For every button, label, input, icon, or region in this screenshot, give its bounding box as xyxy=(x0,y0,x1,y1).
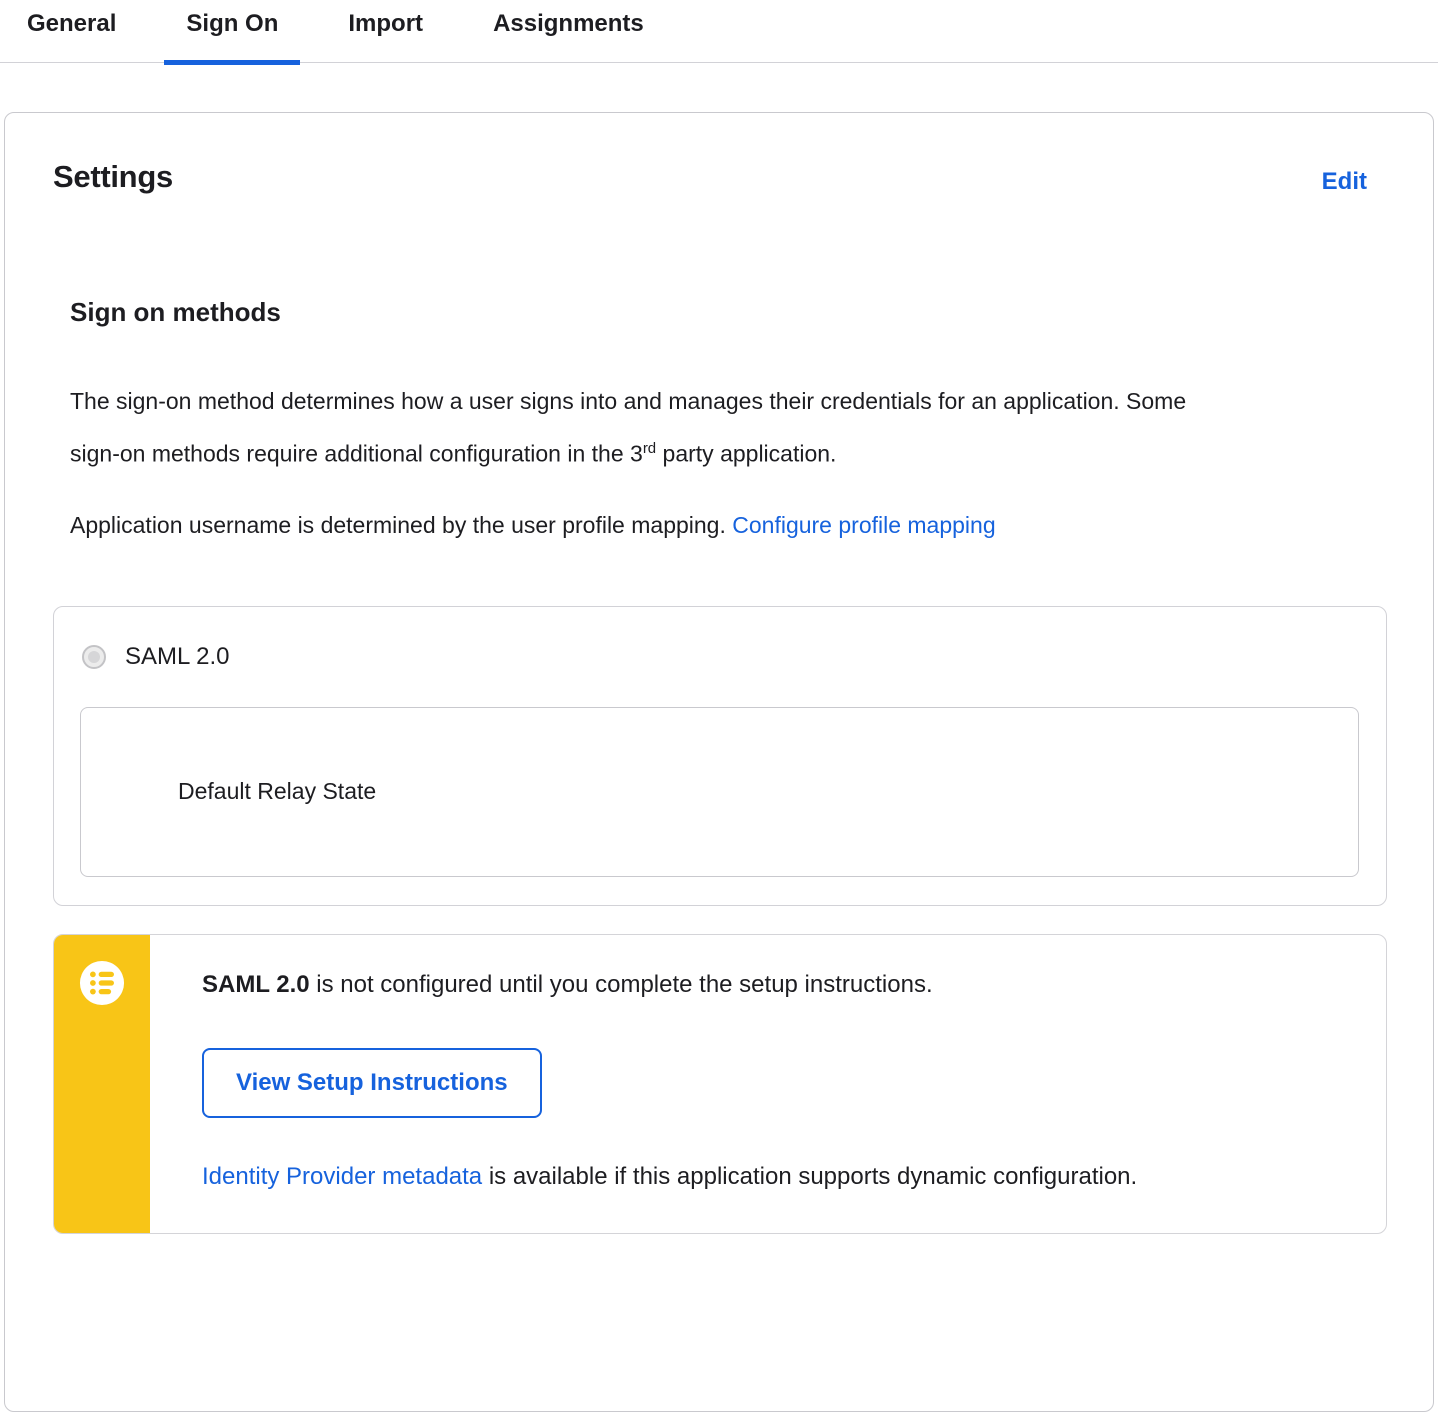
description-text-end: party application. xyxy=(656,440,837,467)
tab-import[interactable]: Import xyxy=(326,10,445,65)
settings-card: Settings Edit Sign on methods The sign-o… xyxy=(4,112,1434,1412)
callout-content: SAML 2.0 is not configured until you com… xyxy=(150,935,1386,1233)
application-username-text: Application username is determined by th… xyxy=(70,511,733,538)
settings-card-header: Settings Edit xyxy=(5,113,1433,196)
sign-on-method-description: The sign-on method determines how a user… xyxy=(70,377,1195,478)
description-superscript: rd xyxy=(642,440,657,457)
tab-general[interactable]: General xyxy=(5,10,138,65)
application-username-line: Application username is determined by th… xyxy=(70,501,1391,549)
saml-radio-button[interactable] xyxy=(82,644,106,669)
identity-provider-metadata-link[interactable]: Identity Provider metadata xyxy=(202,1163,482,1190)
setup-instructions-callout: SAML 2.0 is not configured until you com… xyxy=(53,933,1387,1234)
metadata-line: Identity Provider metadata is available … xyxy=(202,1161,1346,1193)
tab-assignments[interactable]: Assignments xyxy=(471,10,666,65)
sign-on-methods-section: Sign on methods The sign-on method deter… xyxy=(5,297,1433,549)
sign-on-methods-heading: Sign on methods xyxy=(70,297,281,327)
description-text: The sign-on method determines how a user… xyxy=(70,388,1187,467)
saml-method-box: SAML 2.0 Default Relay State xyxy=(53,605,1387,906)
default-relay-state-box: Default Relay State xyxy=(80,706,1359,877)
edit-link[interactable]: Edit xyxy=(1322,168,1367,196)
callout-message-rest: is not configured until you complete the… xyxy=(309,970,933,998)
default-relay-state-label: Default Relay State xyxy=(178,778,377,805)
callout-warning-stripe xyxy=(54,934,150,1233)
callout-message: SAML 2.0 is not configured until you com… xyxy=(202,969,1346,1001)
list-icon xyxy=(79,960,125,1005)
app-tabbar: General Sign On Import Assignments xyxy=(0,0,1438,65)
settings-title: Settings xyxy=(53,159,173,194)
callout-message-bold: SAML 2.0 xyxy=(202,970,310,998)
metadata-line-rest: is available if this application support… xyxy=(482,1162,1138,1190)
configure-profile-mapping-link[interactable]: Configure profile mapping xyxy=(732,512,995,538)
view-setup-instructions-button[interactable]: View Setup Instructions xyxy=(202,1047,542,1118)
tab-sign-on[interactable]: Sign On xyxy=(164,10,301,65)
saml-radio-label: SAML 2.0 xyxy=(125,642,230,670)
saml-radio-row: SAML 2.0 xyxy=(80,643,1359,671)
